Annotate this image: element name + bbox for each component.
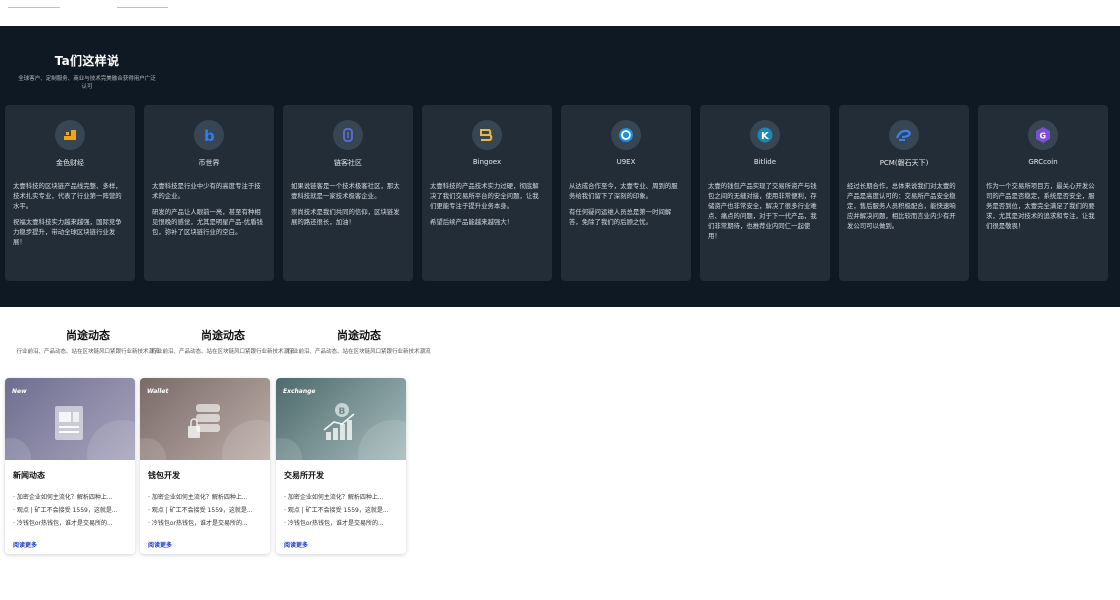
testimonial-text: 太壹科技的区块链产品线完整、多样，技术扎实专业，代表了行业第一阵营的水平。 祝福太… <box>13 181 127 253</box>
news-list-item[interactable]: · 冷钱包or热钱包，谁才是交易所的... <box>284 517 400 530</box>
news-list: · 加密企业如何主流化？解析四种上... · 观点 | 矿工不会接受 1559，这… <box>148 491 264 530</box>
u9ex-logo-icon <box>611 120 641 150</box>
bingoex-logo-icon <box>472 120 502 150</box>
news-card-tag: Exchange <box>283 388 316 395</box>
testimonial-text: 如果说链客是一个技术极客社区，那太壹科技就是一家技术极客企业。 崇尚技术是我们共同… <box>291 181 405 233</box>
testimonial-paragraph: 研发的产品让人眼前一亮，甚至有种相见恨晚的感觉，尤其是明星产品-优盾钱包，弥补了… <box>152 208 263 236</box>
news-headers: 尚途动态 行业前沿、产品动态、站在区块链风口紧跟行业新技术潮流 尚途动态 行业前… <box>0 327 430 371</box>
news-card-title: 交易所开发 <box>284 471 324 480</box>
jinse-logo-icon <box>55 120 85 150</box>
testimonial-paragraph: 太壹科技的区块链产品线完整、多样，技术扎实专业，代表了行业第一阵营的水平。 <box>13 182 122 210</box>
news-list-item[interactable]: · 加密企业如何主流化？解析四种上... <box>148 491 264 504</box>
testimonial-name: GRCcoin <box>1028 158 1058 166</box>
testimonial-card: 金色财经太壹科技的区块链产品线完整、多样，技术扎实专业，代表了行业第一阵营的水平… <box>5 105 135 281</box>
news-card-tag: Wallet <box>147 388 169 395</box>
news-card-banner: Exchange B <box>276 378 406 460</box>
news-card-banner: New <box>5 378 135 460</box>
svg-text:K: K <box>761 131 770 142</box>
news-card-title: 钱包开发 <box>148 471 180 480</box>
pcm-logo-icon <box>889 120 919 150</box>
testimonial-paragraph: 太壹科技是行业中少有的高度专注于技术的企业。 <box>152 182 261 200</box>
testimonial-paragraph: 从达成合作至今，太壹专业、周到的服务给我们留下了深刻的印象。 <box>569 182 678 200</box>
read-more-link[interactable]: 阅读更多 <box>148 540 172 549</box>
top-link-1[interactable] <box>8 4 60 8</box>
news-document-icon <box>49 400 89 444</box>
testimonial-name: Bingoex <box>472 158 502 166</box>
banner-decoration <box>276 438 302 460</box>
testimonial-name: Bitlide <box>753 158 777 166</box>
top-link-2[interactable] <box>117 4 168 8</box>
news-card[interactable]: New 新闻动态 · 加密企业如何主流化？解析四种上... · 观点 | 矿工不会接受… <box>5 378 135 554</box>
testimonial-name: 链客社区 <box>334 159 362 167</box>
banner-decoration <box>87 420 135 460</box>
news-list-item[interactable]: · 加密企业如何主流化？解析四种上... <box>13 491 129 504</box>
news-list-item[interactable]: · 冷钱包or热钱包，谁才是交易所的... <box>148 517 264 530</box>
bishijie-logo-icon: b <box>194 120 224 150</box>
news-header-subtitle: 行业前沿、产品动态、站在区块链风口紧跟行业新技术潮流 <box>287 349 431 355</box>
news-list-item[interactable]: · 观点 | 矿工不会接受 1559，这就是... <box>284 504 400 517</box>
news-list: · 加密企业如何主流化？解析四种上... · 观点 | 矿工不会接受 1559，这… <box>13 491 129 530</box>
testimonial-name: 金色财经 <box>56 159 84 167</box>
news-header: 尚途动态 行业前沿、产品动态、站在区块链风口紧跟行业新技术潮流 <box>279 327 439 356</box>
testimonial-text: 经过长期合作，总体来说我们对太壹的产品是高度认可的：交易所产品安全稳定，售后服务… <box>847 181 961 237</box>
read-more-link[interactable]: 阅读更多 <box>13 540 37 549</box>
testimonial-paragraph: 祝福太壹科技实力越来越强，国际竞争力稳步提升，带动全球区块链行业发展！ <box>13 218 122 246</box>
exchange-bitcoin-chart-icon: B <box>320 400 360 444</box>
testimonial-card: U9EX 从达成合作至今，太壹专业、周到的服务给我们留下了深刻的印象。 有任何疑问运… <box>561 105 691 281</box>
testimonials-title: Ta们这样说 <box>54 54 120 68</box>
top-nav <box>0 0 1120 26</box>
lianke-logo-icon <box>333 120 363 150</box>
testimonial-card: 链客社区如果说链客是一个技术极客社区，那太壹科技就是一家技术极客企业。 崇尚技术是… <box>283 105 413 281</box>
bitlide-logo-icon: K <box>750 120 780 150</box>
testimonial-text: 太壹科技是行业中少有的高度专注于技术的企业。研发的产品让人眼前一亮，甚至有种相见… <box>152 181 266 243</box>
banner-decoration <box>5 438 31 460</box>
wallet-database-icon <box>184 400 224 444</box>
testimonial-text: 太壹科技的产品技术实力过硬，彻底解决了我们交易所平台的安全问题，让我们更能专注于… <box>430 181 544 233</box>
testimonials-section: Ta们这样说 全球客户、定制服务、商业与技术完美融合获得用户广泛认可 金色财经太… <box>0 26 1120 307</box>
banner-decoration <box>358 420 406 460</box>
testimonial-card: G GRCcoin 作为一个交易所项目方，最关心开发公司的产品是否稳定，系统是否安全… <box>978 105 1108 281</box>
testimonial-text: 从达成合作至今，太壹专业、周到的服务给我们留下了深刻的印象。 有任何疑问运维人员总… <box>569 181 683 233</box>
testimonial-card: b 币世界太壹科技是行业中少有的高度专注于技术的企业。研发的产品让人眼前一亮，甚至… <box>144 105 274 281</box>
testimonial-paragraph: 作为一个交易所项目方，最关心开发公司的产品是否稳定，系统是否安全，服务是否到位，… <box>986 182 1095 230</box>
news-header-title: 尚途动态 <box>337 329 381 342</box>
testimonial-paragraph: 太壹科技的产品技术实力过硬，彻底解决了我们交易所平台的安全问题，让我们更能专注于… <box>430 182 539 210</box>
grccoin-logo-icon: G <box>1028 120 1058 150</box>
testimonial-paragraph: 太壹的钱包产品实现了交易所资产与钱包之间的无缝对接，使用非常便利，存储资产也非常… <box>708 182 817 240</box>
testimonial-paragraph: 有任何疑问运维人员总是第一时间解答，免除了我们的后顾之忧。 <box>569 208 672 226</box>
news-list-item[interactable]: · 观点 | 矿工不会接受 1559，这就是... <box>148 504 264 517</box>
testimonial-card: K Bitlide 太壹的钱包产品实现了交易所资产与钱包之间的无缝对接，使用非常便利… <box>700 105 830 281</box>
testimonial-card: Bingoex 太壹科技的产品技术实力过硬，彻底解决了我们交易所平台的安全问题，让… <box>422 105 552 281</box>
testimonials-subtitle: 全球客户、定制服务、商业与技术完美融合获得用户广泛认可 <box>18 76 156 90</box>
banner-decoration <box>222 420 270 460</box>
testimonials-header: Ta们这样说 全球客户、定制服务、商业与技术完美融合获得用户广泛认可 <box>12 52 162 91</box>
news-card-tag: New <box>12 388 27 395</box>
testimonial-name: U9EX <box>616 158 636 166</box>
testimonial-text: 作为一个交易所项目方，最关心开发公司的产品是否稳定，系统是否安全，服务是否到位，… <box>986 181 1100 237</box>
banner-decoration <box>140 438 166 460</box>
news-card[interactable]: Exchange B 交易所开发 · 加密企业如何主流化？解析四种上... · 观点 |… <box>276 378 406 554</box>
news-card-banner: Wallet <box>140 378 270 460</box>
testimonial-paragraph: 崇尚技术是我们共同的信仰，区块链发展的路还很长，加油！ <box>291 208 400 226</box>
news-list-item[interactable]: · 冷钱包or热钱包，谁才是交易所的... <box>13 517 129 530</box>
news-list-item[interactable]: · 加密企业如何主流化？解析四种上... <box>284 491 400 504</box>
svg-text:B: B <box>339 407 346 417</box>
testimonial-paragraph: 希望后续产品能越来越强大！ <box>430 218 514 226</box>
testimonial-paragraph: 经过长期合作，总体来说我们对太壹的产品是高度认可的：交易所产品安全稳定，售后服务… <box>847 182 956 230</box>
testimonial-name: 币世界 <box>198 159 220 167</box>
news-list: · 加密企业如何主流化？解析四种上... · 观点 | 矿工不会接受 1559，这… <box>284 491 400 530</box>
news-card-title: 新闻动态 <box>13 471 45 480</box>
testimonial-card: PCM(磐石天下) 经过长期合作，总体来说我们对太壹的产品是高度认可的：交易所产品… <box>839 105 969 281</box>
svg-text:G: G <box>1040 132 1047 141</box>
testimonial-name: PCM(磐石天下) <box>879 159 929 167</box>
testimonial-cards: 金色财经太壹科技的区块链产品线完整、多样，技术扎实专业，代表了行业第一阵营的水平… <box>5 105 1117 281</box>
testimonial-paragraph: 如果说链客是一个技术极客社区，那太壹科技就是一家技术极客企业。 <box>291 182 400 200</box>
news-card[interactable]: Wallet 钱包开发 · 加密企业如何主流化？解析四种上... · 观点 | 矿工不… <box>140 378 270 554</box>
svg-text:b: b <box>204 127 215 144</box>
testimonial-text: 太壹的钱包产品实现了交易所资产与钱包之间的无缝对接，使用非常便利，存储资产也非常… <box>708 181 822 247</box>
news-list-item[interactable]: · 观点 | 矿工不会接受 1559，这就是... <box>13 504 129 517</box>
read-more-link[interactable]: 阅读更多 <box>284 540 308 549</box>
